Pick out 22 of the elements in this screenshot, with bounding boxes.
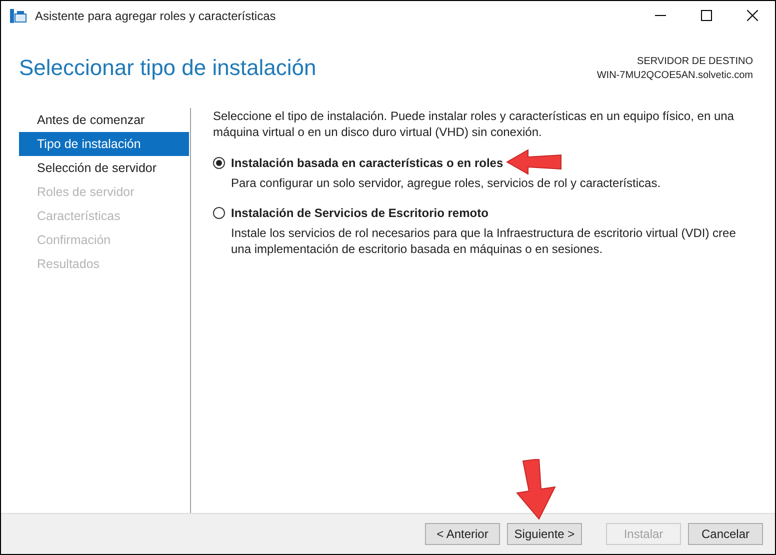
- option-description: Para configurar un solo servidor, agregue roles, servicios de rol y características.: [230, 175, 662, 191]
- option-description: Instale los servicios de rol necesarios para que la Infraestructura de escritorio virtual (VDI) cree una implementación de escritorio basada en máquinas o en sesiones.: [230, 225, 737, 257]
- maximize-icon: [700, 10, 712, 21]
- minimize-icon: [654, 15, 666, 16]
- option-label: Instalación de Servicios de Escritorio remoto: [231, 205, 488, 222]
- wizard-button[interactable]: < Anterior: [425, 523, 500, 545]
- intro-text: Seleccione el tipo de instalación. Puede instalar roles y características en un equipo físico, en una máquina virtual o en un disco duro virtual (VHD) sin conexión.: [213, 108, 735, 140]
- sidebar-item[interactable]: Tipo de instalación: [19, 132, 189, 156]
- wizard-button[interactable]: Siguiente >: [507, 523, 582, 545]
- sidebar-item[interactable]: Selección de servidor: [19, 156, 189, 180]
- radio-button[interactable]: [213, 207, 225, 219]
- radio-button[interactable]: [213, 157, 225, 169]
- server-name: WIN-7MU2QCOE5AN.solvetic.com: [596, 69, 753, 83]
- pointer-arrow-icon: [506, 149, 562, 175]
- option-label: Instalación basada en características o en roles: [231, 155, 504, 172]
- server-label: SERVIDOR DE DESTINO: [637, 55, 753, 69]
- wizard-button[interactable]: Cancelar: [688, 523, 763, 545]
- window-title: Asistente para agregar roles y características: [35, 8, 276, 24]
- sidebar-item[interactable]: Antes de comenzar: [19, 108, 189, 132]
- close-icon: [746, 10, 758, 21]
- page-title: Seleccionar tipo de instalación: [19, 57, 316, 79]
- wizard-icon: [9, 8, 27, 24]
